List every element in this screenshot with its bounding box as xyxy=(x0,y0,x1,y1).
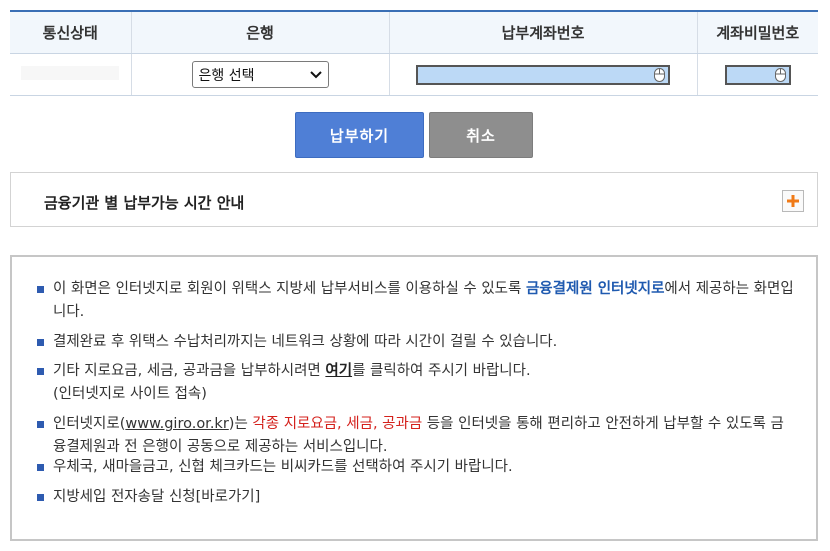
plus-icon xyxy=(787,195,799,207)
giro-site-link[interactable]: www.giro.or.kr xyxy=(125,416,228,432)
notice-text: 우체국, 새마을금고, 신협 체크카드는 비씨카드를 선택하여 주시기 바랍니다… xyxy=(53,459,513,475)
bullet-square-icon xyxy=(37,286,44,293)
header-connection-status: 통신상태 xyxy=(10,10,131,54)
notice-text: 결제완료 후 위택스 수납처리까지는 네트워크 상황에 따라 시간이 걸릴 수 … xyxy=(53,334,558,350)
mouse-icon[interactable] xyxy=(654,67,665,82)
payment-table: 통신상태 은행 납부계좌번호 계좌비밀번호 은행 선택 xyxy=(10,10,818,96)
bullet-square-icon xyxy=(37,494,44,501)
notice-text: )는 xyxy=(228,416,253,432)
electronic-delivery-link[interactable]: 지방세입 전자송달 신청[바로가기] xyxy=(37,486,797,509)
notice-item: 인터넷지로(www.giro.or.kr)는 각종 지로요금, 세금, 공과금 … xyxy=(37,413,797,459)
account-password-input[interactable] xyxy=(724,64,791,85)
expand-button[interactable] xyxy=(782,190,804,212)
account-password-cell xyxy=(696,53,818,96)
header-bank: 은행 xyxy=(130,10,389,54)
bank-select-value: 은행 선택 xyxy=(198,67,255,84)
header-account-password: 계좌비밀번호 xyxy=(696,10,818,54)
notice-highlight-giro: 금융결제원 인터넷지로 xyxy=(525,281,665,297)
notice-subtext: (인터넷지로 사이트 접속) xyxy=(53,386,207,402)
header-account-number: 납부계좌번호 xyxy=(388,10,697,54)
notice-item: 결제완료 후 위택스 수납처리까지는 네트워크 상황에 따라 시간이 걸릴 수 … xyxy=(37,331,797,354)
notice-item[interactable]: 지방세입 전자송달 신청[바로가기] xyxy=(37,486,797,509)
here-link[interactable]: 여기 xyxy=(325,363,352,379)
notice-text: 이 화면은 인터넷지로 회원이 위택스 지방세 납부서비스를 이용하실 수 있도… xyxy=(53,281,526,297)
payment-time-info-panel: 금융기관 별 납부가능 시간 안내 xyxy=(10,172,818,227)
bullet-square-icon xyxy=(37,368,44,375)
notice-item: 우체국, 새마을금고, 신협 체크카드는 비씨카드를 선택하여 주시기 바랍니다… xyxy=(37,456,797,479)
mouse-icon[interactable] xyxy=(774,67,786,82)
account-number-input[interactable] xyxy=(416,64,670,85)
payment-table-header-row: 통신상태 은행 납부계좌번호 계좌비밀번호 xyxy=(10,10,818,54)
bullet-square-icon xyxy=(37,421,44,428)
payment-table-row: 은행 선택 xyxy=(10,53,818,96)
notice-text: 기타 지로요금, 세금, 공과금을 납부하시려면 xyxy=(53,363,326,379)
account-number-cell xyxy=(388,53,697,96)
notice-highlight-fees: 각종 지로요금, 세금, 공과금 xyxy=(252,416,423,432)
notice-text: 인터넷지로( xyxy=(53,416,126,432)
notice-item: 기타 지로요금, 세금, 공과금을 납부하시려면 여기를 클릭하여 주시기 바랍… xyxy=(37,360,797,406)
chevron-down-icon xyxy=(309,70,322,78)
cancel-button[interactable]: 취소 xyxy=(429,112,533,158)
notice-item: 이 화면은 인터넷지로 회원이 위택스 지방세 납부서비스를 이용하실 수 있도… xyxy=(37,278,797,324)
bullet-square-icon xyxy=(37,464,44,471)
connection-status-value xyxy=(21,66,120,80)
connection-status-cell xyxy=(10,53,131,96)
pay-button[interactable]: 납부하기 xyxy=(295,112,424,158)
bank-cell: 은행 선택 xyxy=(130,53,389,96)
notice-text: 를 클릭하여 주시기 바랍니다. xyxy=(352,363,531,379)
bank-select[interactable]: 은행 선택 xyxy=(191,61,329,88)
notice-box: 이 화면은 인터넷지로 회원이 위택스 지방세 납부서비스를 이용하실 수 있도… xyxy=(10,255,818,541)
bullet-square-icon xyxy=(37,339,44,346)
payment-time-info-title: 금융기관 별 납부가능 시간 안내 xyxy=(44,194,245,212)
